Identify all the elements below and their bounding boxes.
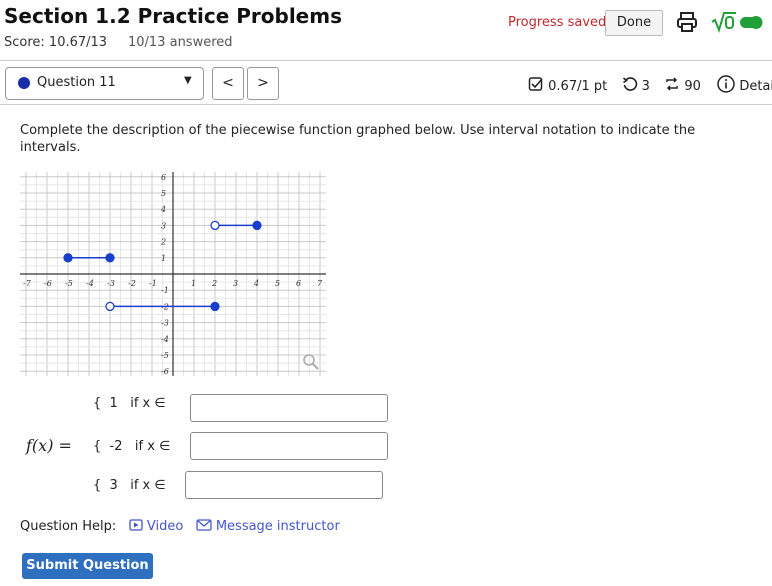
points-text: 0.67/1 pt (548, 78, 608, 94)
piecewise-brace: { (93, 478, 102, 493)
y-tick-label: -5 (161, 351, 169, 360)
x-tick-label: 6 (296, 279, 301, 288)
done-button[interactable]: Done (605, 10, 663, 36)
piecewise-brace: { (93, 439, 102, 454)
y-tick-label: 3 (161, 221, 166, 230)
x-tick-label: 5 (275, 279, 280, 288)
interval-input-3[interactable] (185, 471, 383, 499)
score-text: Score: 10.67/13 (4, 35, 108, 50)
y-tick-label: -6 (161, 367, 169, 376)
x-tick-label: 4 (253, 279, 259, 288)
print-icon[interactable] (675, 10, 699, 34)
retries-count: 3 (641, 78, 650, 94)
message-instructor-link[interactable]: Message instructor (216, 519, 340, 534)
details-link[interactable]: Details (739, 79, 772, 94)
nav-divider (0, 104, 772, 105)
y-tick-label: -3 (161, 319, 169, 328)
piecewise-row-1: { 1 if x ∈ (93, 396, 166, 411)
mail-icon[interactable] (196, 519, 216, 534)
x-tick-label: -2 (128, 279, 136, 288)
x-tick-label: -5 (65, 279, 73, 288)
next-question-button[interactable]: > (247, 67, 279, 100)
piece-condition: if x ∈ (130, 478, 166, 493)
page-title: Section 1.2 Practice Problems (4, 4, 342, 28)
interval-input-1[interactable] (190, 394, 388, 422)
help-label: Question Help: (20, 519, 117, 534)
checkbox-icon (528, 76, 544, 96)
y-tick-label: 5 (161, 189, 166, 198)
magnify-icon[interactable] (303, 354, 319, 370)
answered-count: 10/13 answered (128, 35, 233, 50)
progress-saved-status: Progress saved (508, 15, 607, 30)
question-meta: 0.67/1 pt 3 90 Details (528, 75, 772, 97)
x-tick-label: -1 (149, 279, 157, 288)
graph-axes (20, 172, 326, 376)
question-select[interactable]: Question 11 ▼ (5, 67, 204, 100)
y-tick-label: 1 (161, 254, 166, 263)
piecewise-brace: { (93, 396, 102, 411)
piece-value: -2 (109, 439, 123, 454)
retry-icon (622, 76, 638, 96)
closed-endpoint (252, 220, 262, 231)
y-tick-label: 2 (160, 238, 166, 247)
closed-endpoint (63, 253, 73, 263)
open-endpoint (210, 220, 220, 231)
question-status-dot (18, 77, 30, 89)
question-instructions: Complete the description of the piecewis… (20, 123, 696, 155)
x-tick-label: -6 (44, 279, 52, 288)
interval-input-2[interactable] (190, 432, 388, 460)
y-tick-label: -1 (161, 286, 169, 295)
x-tick-label: -7 (23, 279, 32, 288)
closed-endpoint (210, 301, 220, 312)
y-tick-label: -4 (161, 335, 169, 344)
open-endpoint (105, 301, 115, 312)
piece-value: 3 (109, 478, 118, 493)
submissions-count: 90 (684, 78, 701, 94)
video-link[interactable]: Video (147, 519, 183, 534)
piece-value: 1 (109, 396, 118, 411)
y-tick-label: 6 (161, 173, 166, 182)
x-tick-label: -4 (86, 279, 94, 288)
question-select-label: Question 11 (37, 75, 116, 90)
header-divider (0, 60, 772, 61)
piece-condition: if x ∈ (130, 396, 166, 411)
y-tick-label: 4 (160, 205, 166, 214)
submit-question-button[interactable]: Submit Question (22, 553, 153, 579)
x-tick-label: 3 (233, 279, 238, 288)
piece-condition: if x ∈ (134, 439, 171, 454)
function-label: f(x) = (26, 436, 72, 455)
question-help: Question Help: Video Message instructor (20, 519, 340, 534)
closed-endpoint (105, 253, 115, 263)
math-view-toggle[interactable] (710, 10, 766, 34)
x-tick-label: 2 (211, 279, 217, 288)
info-icon[interactable] (717, 75, 735, 97)
piecewise-row-3: { 3 if x ∈ (93, 478, 166, 493)
previous-question-button[interactable]: < (212, 67, 244, 100)
video-icon[interactable] (129, 519, 147, 534)
x-tick-label: -3 (107, 279, 115, 288)
x-tick-label: 7 (317, 279, 323, 288)
piecewise-graph: -7-6-5-4-3-2-11234567 654321-1-2-3-4-5-6 (20, 172, 326, 376)
chevron-down-icon: ▼ (184, 75, 192, 86)
x-tick-label: 1 (191, 279, 196, 288)
submissions-icon (664, 76, 680, 96)
piecewise-row-2: { -2 if x ∈ (93, 439, 170, 454)
